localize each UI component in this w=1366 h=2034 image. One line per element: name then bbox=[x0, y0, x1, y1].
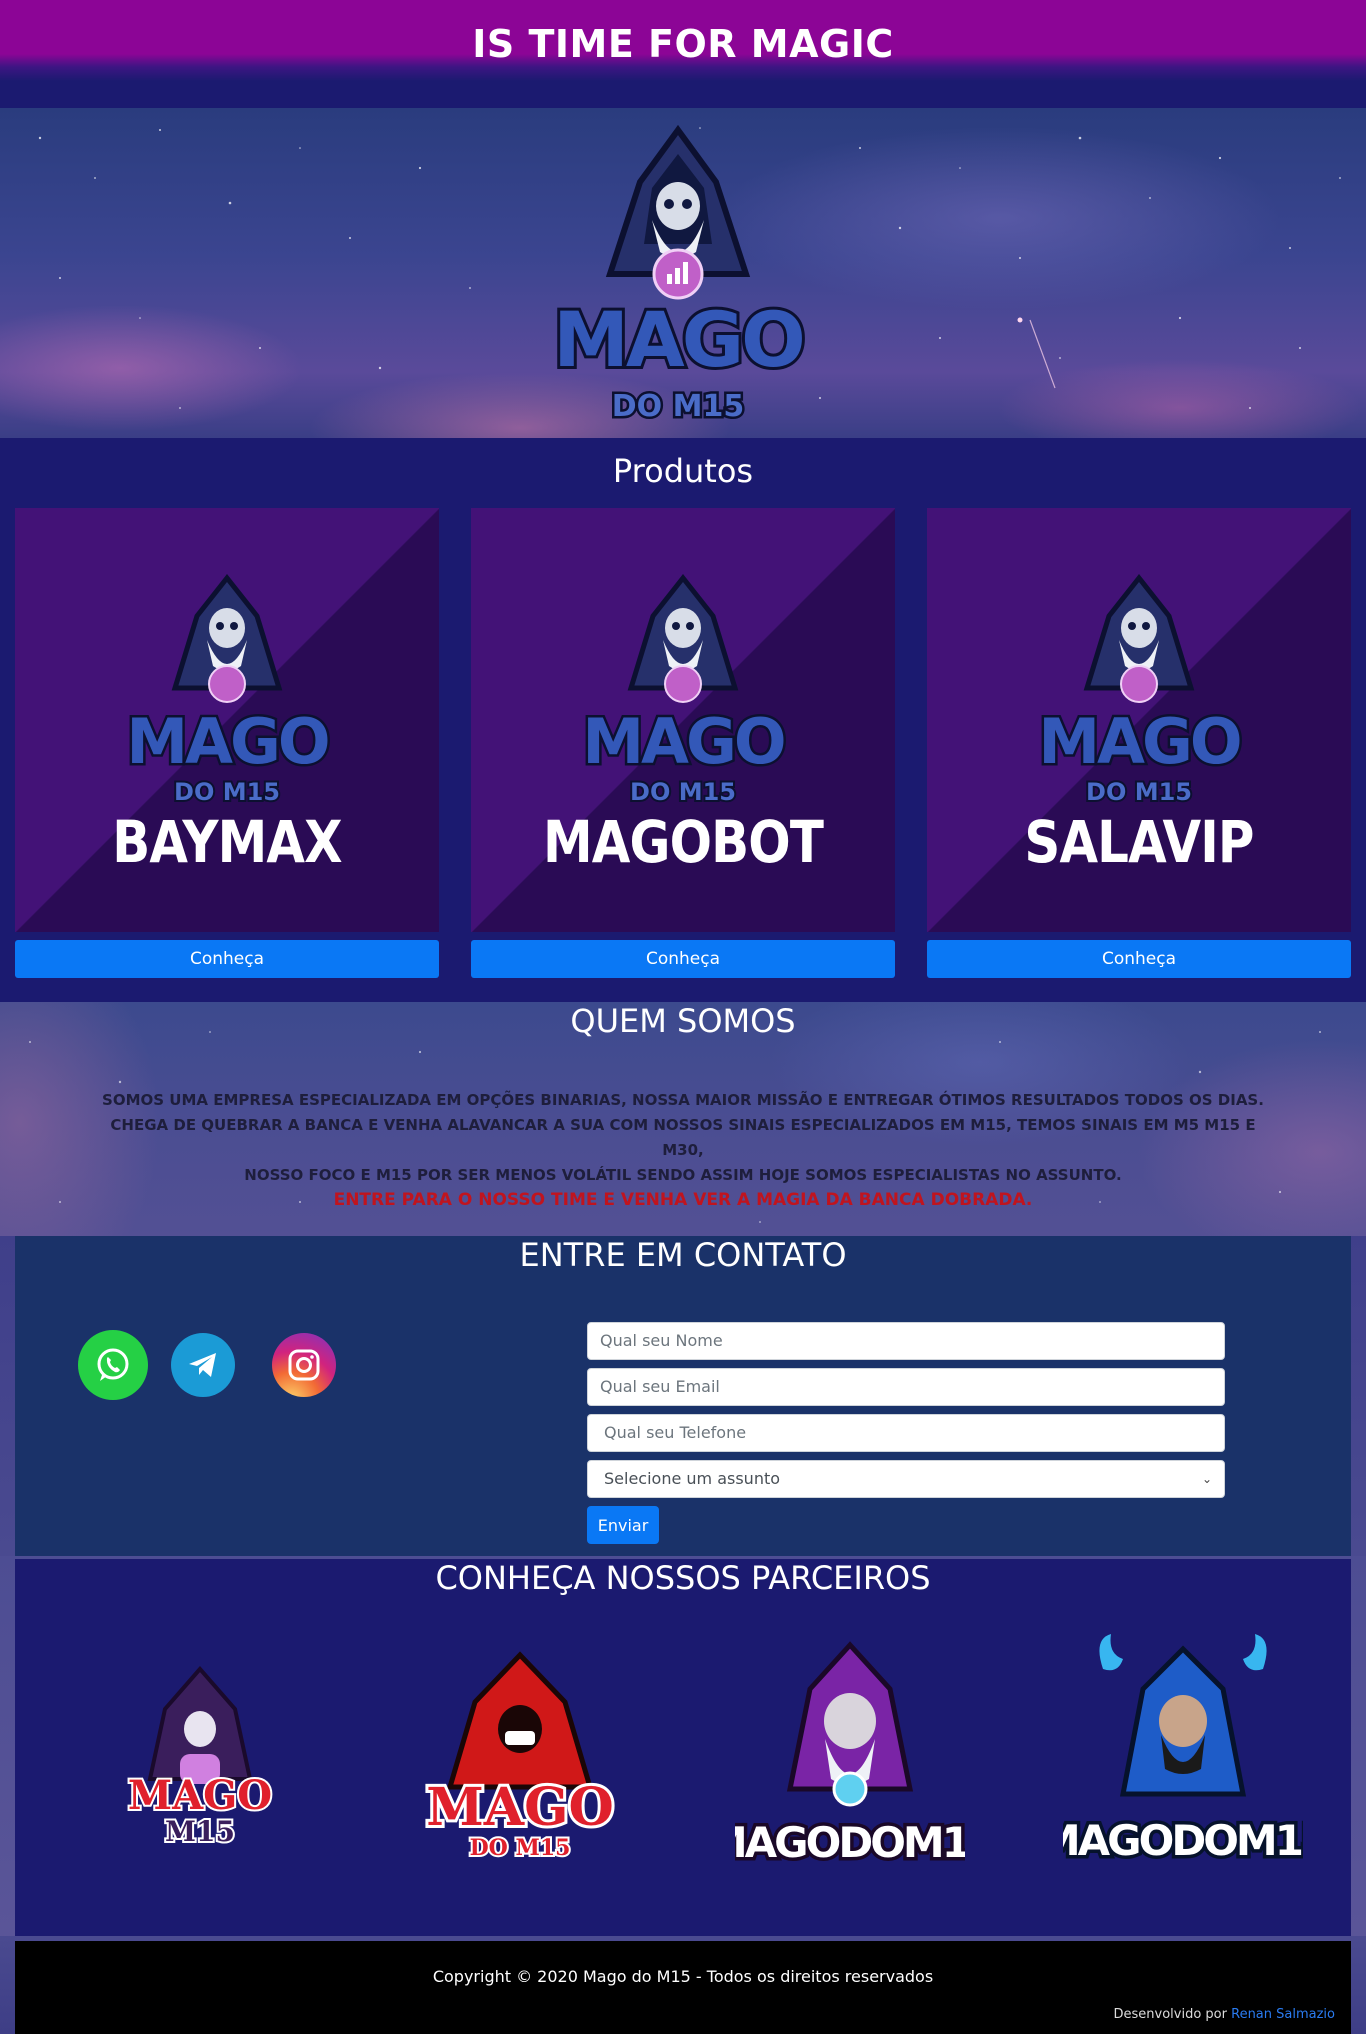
contact-title: ENTRE EM CONTATO bbox=[519, 1236, 847, 1274]
mago-logo: MAGO DO M15 bbox=[550, 124, 808, 424]
product-image[interactable]: MAGO DO M15 BAYMAX bbox=[15, 508, 439, 932]
site-title: IS TIME FOR MAGIC bbox=[472, 22, 894, 66]
email-field[interactable]: Qual seu Email bbox=[587, 1368, 1225, 1406]
product-card-salavip: MAGO DO M15 SALAVIP Conheça bbox=[927, 508, 1351, 978]
contact-form: Qual seu Nome Qual seu Email Qual seu Te… bbox=[587, 1322, 1225, 1544]
product-card-magobot: MAGO DO M15 MAGOBOT Conheça bbox=[471, 508, 895, 978]
developer-credit: Desenvolvido por Renan Salmazio bbox=[1114, 2007, 1336, 2022]
svg-text:DO M15: DO M15 bbox=[174, 778, 280, 806]
hero-banner: MAGO DO M15 bbox=[0, 108, 1366, 438]
phone-field[interactable]: Qual seu Telefone bbox=[587, 1414, 1225, 1452]
product-card-baymax: MAGO DO M15 BAYMAX Conheça bbox=[15, 508, 439, 978]
partner-logo-magodom15-blue[interactable]: MAGODOM15 bbox=[1063, 1634, 1303, 1869]
svg-text:DO M15: DO M15 bbox=[470, 1835, 571, 1861]
developer-link[interactable]: Renan Salmazio bbox=[1231, 2007, 1335, 2022]
chevron-down-icon: ⌄ bbox=[1201, 1472, 1212, 1486]
products-section: Produtos MAGO DO M15 BAYMAX Conheça MAGO… bbox=[0, 438, 1366, 1002]
site-footer: Copyright © 2020 Mago do M15 - Todos os … bbox=[15, 1941, 1351, 2034]
product-name: MAGOBOT bbox=[542, 808, 824, 876]
svg-text:MAGO: MAGO bbox=[128, 1772, 272, 1819]
submit-button[interactable]: Enviar bbox=[587, 1506, 659, 1544]
partner-logo-magodom15-purple[interactable]: MAGODOM15 bbox=[735, 1641, 965, 1871]
subject-select[interactable]: Selecione um assunto ⌄ bbox=[587, 1460, 1225, 1498]
learn-more-button[interactable]: Conheça bbox=[471, 940, 895, 978]
about-line: CHEGA DE QUEBRAR A BANCA E VENHA ALAVANC… bbox=[110, 1116, 1256, 1159]
about-call-to-action: ENTRE PARA O NOSSO TIME E VENHA VER A MA… bbox=[333, 1190, 1033, 1210]
partners-title: CONHEÇA NOSSOS PARCEIROS bbox=[435, 1559, 931, 1597]
copyright-text: Copyright © 2020 Mago do M15 - Todos os … bbox=[432, 1967, 934, 1986]
site-header: IS TIME FOR MAGIC bbox=[0, 0, 1366, 108]
svg-text:MAGO: MAGO bbox=[126, 705, 328, 778]
about-section: QUEM SOMOS SOMOS UMA EMPRESA ESPECIALIZA… bbox=[0, 1002, 1366, 1236]
partners-section: CONHEÇA NOSSOS PARCEIROS MAGO M15 MAGO D… bbox=[15, 1559, 1351, 1941]
svg-text:MAGO: MAGO bbox=[1038, 705, 1240, 778]
svg-text:DO M15: DO M15 bbox=[630, 778, 736, 806]
telegram-icon[interactable] bbox=[171, 1333, 235, 1397]
about-title: QUEM SOMOS bbox=[570, 1002, 796, 1040]
partner-logo-mago-m15[interactable]: MAGO M15 bbox=[110, 1659, 290, 1859]
product-image[interactable]: MAGO DO M15 MAGOBOT bbox=[471, 508, 895, 932]
developer-credit-label: Desenvolvido por bbox=[1113, 2007, 1227, 2022]
svg-text:MAGODOM15: MAGODOM15 bbox=[1063, 1816, 1303, 1865]
partner-logo-mago-do-m15[interactable]: MAGO DO M15 bbox=[423, 1651, 617, 1863]
svg-text:M15: M15 bbox=[165, 1815, 235, 1848]
svg-text:MAGO: MAGO bbox=[582, 705, 784, 778]
svg-text:DO M15: DO M15 bbox=[1086, 778, 1192, 806]
svg-text:MAGO: MAGO bbox=[553, 295, 802, 384]
instagram-icon[interactable] bbox=[272, 1333, 336, 1397]
products-title: Produtos bbox=[612, 452, 754, 490]
product-image[interactable]: MAGO DO M15 SALAVIP bbox=[927, 508, 1351, 932]
svg-text:MAGODOM15: MAGODOM15 bbox=[735, 1818, 965, 1867]
about-line: SOMOS UMA EMPRESA ESPECIALIZADA EM OPÇÕE… bbox=[102, 1091, 1264, 1109]
contact-section: ENTRE EM CONTATO Qual seu Nome Qual seu … bbox=[15, 1236, 1351, 1559]
about-description: SOMOS UMA EMPRESA ESPECIALIZADA EM OPÇÕE… bbox=[100, 1088, 1266, 1213]
whatsapp-icon[interactable] bbox=[78, 1330, 148, 1400]
svg-text:DO M15: DO M15 bbox=[612, 389, 744, 424]
about-line: NOSSO FOCO E M15 POR SER MENOS VOLÁTIL S… bbox=[244, 1166, 1122, 1184]
product-name: BAYMAX bbox=[112, 808, 342, 876]
learn-more-button[interactable]: Conheça bbox=[15, 940, 439, 978]
svg-text:MAGO: MAGO bbox=[426, 1777, 614, 1838]
learn-more-button[interactable]: Conheça bbox=[927, 940, 1351, 978]
subject-select-value: Selecione um assunto bbox=[604, 1469, 781, 1488]
name-field[interactable]: Qual seu Nome bbox=[587, 1322, 1225, 1360]
product-name: SALAVIP bbox=[1024, 808, 1254, 876]
